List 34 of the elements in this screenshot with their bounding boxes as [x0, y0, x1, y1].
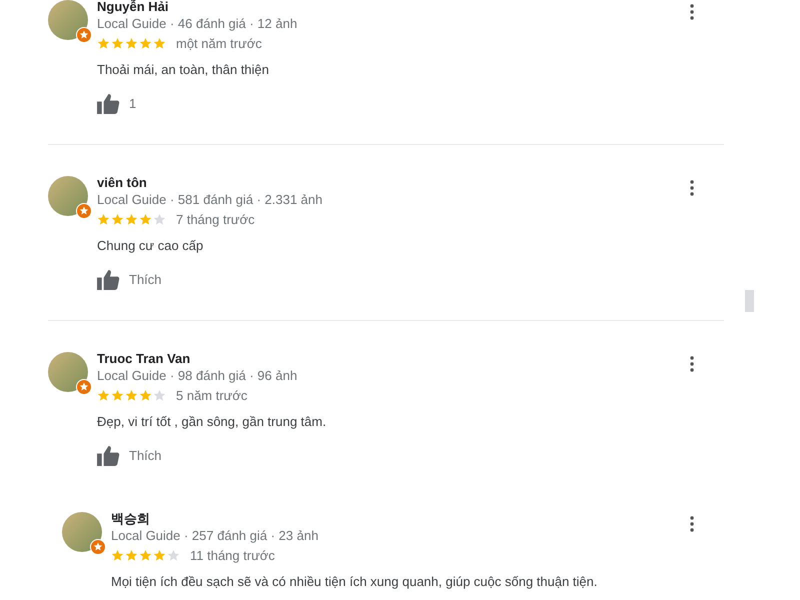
reviewer-name[interactable]: viên tôn: [97, 174, 323, 191]
reviewer-meta: Local Guide · 257 đánh giá · 23 ảnh: [111, 527, 318, 545]
more-options-icon[interactable]: [690, 516, 694, 532]
review-time: 5 năm trước: [176, 388, 248, 403]
thumbs-up-icon[interactable]: [97, 269, 120, 290]
more-options-icon[interactable]: [690, 180, 694, 196]
review-time: 11 tháng trước: [190, 548, 275, 563]
reviewer-name[interactable]: 백승희: [111, 510, 318, 527]
local-guide-badge-icon: [76, 379, 92, 395]
review-text: Chung cư cao cấp: [97, 237, 204, 255]
local-guide-badge-icon: [76, 27, 92, 43]
thumbs-up-icon[interactable]: [97, 93, 120, 114]
review-text: Đẹp, vi trí tốt , gần sông, gần trung tâm.: [97, 413, 328, 431]
review-time: 7 tháng trước: [176, 212, 255, 227]
like-label[interactable]: Thích: [129, 448, 162, 463]
reviewer-name[interactable]: Truoc Tran Van: [97, 350, 298, 367]
reviewer-meta: Local Guide · 581 đánh giá · 2.331 ảnh: [97, 191, 323, 209]
review-text: Mọi tiện ích đều sạch sẽ và có nhiều tiện ích xung quanh, giúp cuộc sống thuận tiện.: [111, 573, 598, 591]
reviewer-meta: Local Guide · 46 đánh giá · 12 ảnh: [97, 15, 298, 33]
review-text: Thoải mái, an toàn, thân thiện: [97, 61, 270, 79]
more-options-icon[interactable]: [690, 356, 694, 372]
avatar-photo-placeholder[interactable]: [48, 0, 88, 40]
local-guide-badge-icon: [76, 203, 92, 219]
like-label[interactable]: Thích: [129, 272, 162, 287]
like-label[interactable]: 1: [129, 96, 136, 111]
scrollbar-thumb[interactable]: [745, 290, 754, 312]
review-time: một năm trước: [176, 36, 262, 51]
more-options-icon[interactable]: [690, 4, 694, 20]
avatar-photo-placeholder[interactable]: [62, 512, 102, 552]
thumbs-up-icon[interactable]: [97, 445, 120, 466]
avatar-photo-placeholder[interactable]: [48, 176, 88, 216]
local-guide-badge-icon: [90, 539, 106, 555]
avatar-photo-placeholder[interactable]: [48, 352, 88, 392]
reviewer-meta: Local Guide · 98 đánh giá · 96 ảnh: [97, 367, 298, 385]
